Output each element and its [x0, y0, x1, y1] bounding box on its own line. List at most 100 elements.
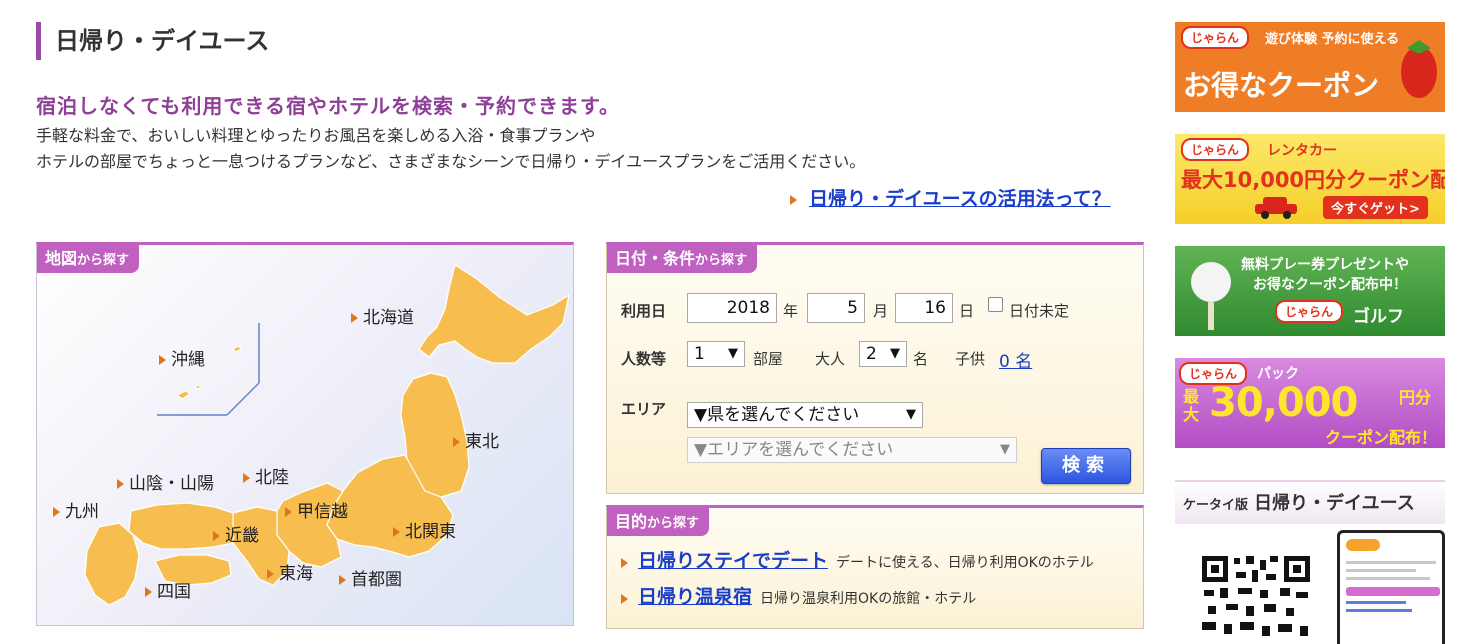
map-panel: 地図から探す 北海道 沖縄 東北 山陰・山陽 北陸 九州 甲信越 近畿 北関東 … — [36, 242, 574, 626]
search-button[interactable]: 検索 — [1041, 448, 1131, 484]
rentacar-cta-button[interactable]: 今すぐゲット> — [1323, 196, 1428, 219]
people-label: 人数等 — [621, 350, 667, 368]
date-label: 利用日 — [621, 302, 667, 320]
region-sanin-sanyo[interactable]: 山陰・山陽 — [117, 469, 214, 494]
region-hokuriku[interactable]: 北陸 — [243, 463, 289, 488]
banner-golf[interactable]: 無料プレー券プレゼントや お得なクーポン配布中！ じゃらん ゴルフ — [1175, 246, 1445, 336]
banner-activity-coupon[interactable]: じゃらん 遊び体験 予約に使える お得なクーポン — [1175, 22, 1445, 112]
region-koshinetsu[interactable]: 甲信越 — [285, 497, 348, 522]
rentacar-brand: レンタカー — [1267, 143, 1337, 159]
arrow-right-icon — [339, 575, 346, 585]
prefecture-select[interactable]: ▼県を選んでください ▼ — [687, 402, 923, 428]
region-tohoku[interactable]: 東北 — [453, 427, 499, 452]
rentacar-main-text: 最大10,000円分クーポン配布中 — [1181, 168, 1445, 192]
arrow-right-icon — [243, 473, 250, 483]
banner-pack[interactable]: じゃらん パック 最大 30,000 円分 クーポン配布！ — [1175, 358, 1445, 448]
phone-section-bar — [1346, 587, 1440, 596]
kyushu-shape[interactable] — [84, 522, 140, 606]
phone-link-line — [1346, 609, 1412, 612]
caret-down-icon: ▼ — [906, 407, 916, 422]
region-tokai[interactable]: 東海 — [267, 559, 313, 584]
arrow-right-icon — [145, 587, 152, 597]
region-hokkaido[interactable]: 北海道 — [351, 303, 414, 328]
arrow-right-icon — [393, 527, 400, 537]
description-line-1: 手軽な料金で、おいしい料理とゆったりお風呂を楽しめる入浴・食事プランや — [36, 126, 596, 145]
arrow-right-icon — [267, 569, 274, 579]
month-unit: 月 — [873, 302, 889, 320]
pack-unit: 円分 — [1399, 388, 1432, 407]
arrow-right-icon — [117, 479, 124, 489]
jalan-logo: じゃらん — [1275, 300, 1344, 323]
pack-amount: 30,000 — [1209, 380, 1358, 426]
caret-down-icon: ▼ — [1000, 442, 1010, 457]
adults-select[interactable]: 2 ▼ — [859, 341, 907, 367]
purpose-link-date-stay[interactable]: 日帰りステイでデート — [638, 550, 828, 572]
caret-down-icon: ▼ — [728, 346, 738, 361]
rooms-select[interactable]: 1 ▼ — [687, 341, 745, 367]
purpose-panel: 目的から探す 日帰りステイでデート デートに使える、日帰り利用OKのホテル 日帰り… — [606, 505, 1144, 629]
region-shutoken[interactable]: 首都圏 — [339, 565, 402, 590]
arrow-right-icon — [790, 194, 797, 205]
qr-code-icon[interactable] — [1200, 554, 1312, 644]
map-panel-tab: 地図から探す — [37, 245, 140, 273]
search-panel-tab: 日付・条件から探す — [607, 245, 758, 273]
phone-text-line — [1346, 569, 1416, 572]
golf-line-1: 無料プレー券プレゼントや — [1241, 257, 1409, 273]
purpose-note: デートに使える、日帰り利用OKのホテル — [836, 555, 1094, 571]
region-kinki[interactable]: 近畿 — [213, 521, 259, 546]
caret-down-icon: ▼ — [890, 346, 900, 361]
region-okinawa[interactable]: 沖縄 — [159, 345, 205, 370]
description-line-2: ホテルの部屋でちょっと一息つけるプランなど、さまざまなシーンで日帰り・デイユース… — [36, 152, 866, 171]
banner-rentacar[interactable]: じゃらん レンタカー 最大10,000円分クーポン配布中 今すぐゲット> — [1175, 134, 1445, 224]
jalan-logo: じゃらん — [1181, 26, 1250, 49]
golf-brand: ゴルフ — [1353, 307, 1404, 327]
mobile-version-title: ケータイ版 日帰り・デイユース — [1175, 480, 1445, 524]
year-unit: 年 — [783, 302, 799, 320]
phone-text-line — [1346, 577, 1430, 580]
phone-logo-mark — [1346, 539, 1380, 551]
year-input[interactable] — [687, 293, 777, 323]
month-input[interactable] — [807, 293, 865, 323]
phone-text-line — [1346, 561, 1436, 564]
day-input[interactable] — [895, 293, 953, 323]
hokkaido-shape[interactable] — [418, 264, 570, 364]
region-kyushu[interactable]: 九州 — [53, 497, 99, 522]
mobile-version-box: ケータイ版 日帰り・デイユース — [1175, 480, 1445, 644]
region-kitakanto[interactable]: 北関東 — [393, 517, 456, 542]
page-title: 日帰り・デイユース — [36, 22, 269, 60]
area-label: エリア — [621, 400, 667, 418]
rooms-unit: 部屋 — [753, 350, 784, 368]
purpose-item: 日帰り温泉宿 日帰り温泉利用OKの旅館・ホテル — [621, 582, 976, 609]
children-label: 子供 — [955, 350, 986, 368]
area-select[interactable]: ▼エリアを選んでください ▼ — [687, 437, 1017, 463]
lead-headline: 宿泊しなくても利用できる宿やホテルを検索・予約できます。 — [36, 94, 620, 118]
pack-suffix: クーポン配布！ — [1325, 428, 1438, 447]
day-unit: 日 — [959, 302, 975, 320]
region-shikoku[interactable]: 四国 — [145, 577, 191, 602]
purpose-panel-tab: 目的から探す — [607, 508, 710, 536]
strawberry-icon — [1401, 40, 1437, 98]
children-count-link[interactable]: 0 名 — [999, 347, 1032, 372]
adults-label: 大人 — [815, 350, 846, 368]
arrow-right-icon — [351, 313, 358, 323]
arrow-right-icon — [285, 507, 292, 517]
arrow-right-icon — [53, 507, 60, 517]
purpose-item: 日帰りステイでデート デートに使える、日帰り利用OKのホテル — [621, 546, 1094, 573]
date-undecided-label: 日付未定 — [1009, 302, 1070, 320]
arrow-right-icon — [453, 437, 460, 447]
arrow-right-icon — [621, 593, 628, 604]
adults-unit: 名 — [913, 350, 929, 368]
purpose-link-onsen[interactable]: 日帰り温泉宿 — [638, 586, 752, 608]
howto-row: 日帰り・デイユースの活用法って？ — [790, 184, 1111, 211]
jalan-logo: じゃらん — [1181, 138, 1250, 161]
howto-link[interactable]: 日帰り・デイユースの活用法って？ — [809, 188, 1111, 210]
arrow-right-icon — [621, 557, 628, 568]
golf-line-2: お得なクーポン配布中！ — [1253, 277, 1407, 293]
coupon-main-text: お得なクーポン — [1183, 69, 1380, 102]
arrow-right-icon — [213, 531, 220, 541]
arrow-right-icon — [159, 355, 166, 365]
golf-ball-icon — [1191, 262, 1231, 330]
pack-prefix: 最大 — [1183, 387, 1200, 424]
mobile-phone-preview — [1337, 530, 1445, 644]
date-undecided-checkbox[interactable] — [988, 297, 1003, 312]
